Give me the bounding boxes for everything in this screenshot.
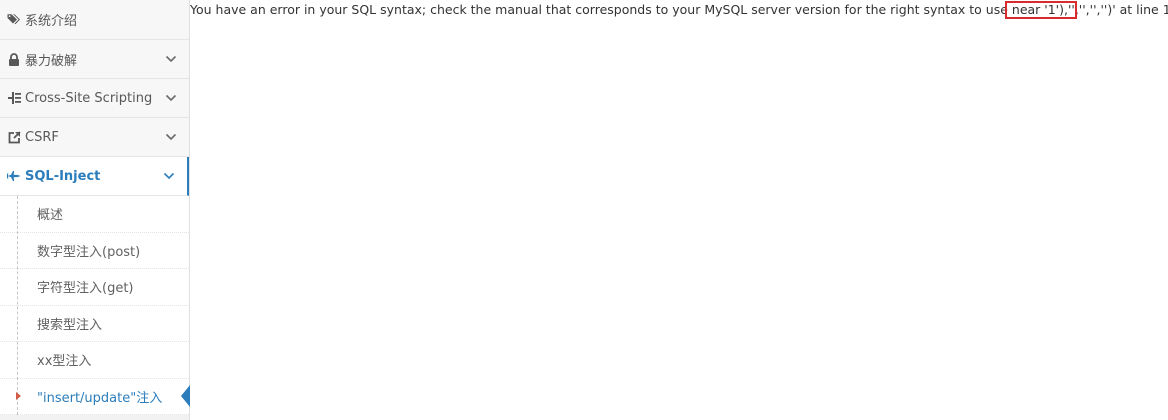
submenu-item-numeric-post[interactable]: 数字型注入(post) (0, 233, 189, 269)
chevron-down-icon (165, 133, 177, 141)
sidebar-item-csrf[interactable]: CSRF (0, 118, 189, 157)
external-link-icon (6, 130, 22, 144)
submenu-item-label: "insert/update"注入 (37, 390, 163, 406)
sidebar-item-label: Cross-Site Scripting (25, 90, 153, 106)
chevron-down-icon (163, 172, 175, 180)
sidebar-item-intro[interactable]: 系统介绍 (0, 0, 189, 40)
submenu-item-label: 概述 (37, 208, 64, 224)
error-highlight-annotation (1005, 1, 1077, 19)
submenu-item-label: 搜索型注入 (37, 317, 103, 333)
chevron-down-icon (165, 55, 177, 63)
submenu-item-xx[interactable]: xx型注入 (0, 342, 189, 379)
sidebar-item-label: 系统介绍 (25, 14, 78, 29)
sidebar-item-xss[interactable]: Cross-Site Scripting (0, 79, 189, 118)
page: 系统介绍 暴力破解 Cross-Site Scripting CSRF SQL-… (0, 0, 1168, 420)
submenu-item-insert-update[interactable]: "insert/update"注入 (0, 379, 190, 415)
submenu-item-label: 数字型注入(post) (37, 244, 141, 260)
sidebar-item-brute-force[interactable]: 暴力破解 (0, 40, 189, 79)
chevron-down-icon (165, 94, 177, 102)
tags-icon (6, 13, 22, 27)
sidebar-item-label: SQL-Inject (25, 168, 101, 184)
sql-inject-submenu: 概述 数字型注入(post) 字符型注入(get) 搜索型注入 xx型注入 "i… (0, 196, 190, 415)
main-content: You have an error in your SQL syntax; ch… (190, 0, 1168, 420)
sidebar-item-sql-inject[interactable]: SQL-Inject (0, 157, 189, 196)
lock-icon (6, 52, 22, 66)
submenu-item-overview[interactable]: 概述 (0, 196, 189, 233)
caret-right-icon (16, 392, 21, 401)
submenu-item-label: 字符型注入(get) (37, 281, 134, 297)
sidebar-item-label: CSRF (25, 129, 59, 145)
fighter-jet-icon (6, 169, 22, 183)
submenu-item-string-get[interactable]: 字符型注入(get) (0, 269, 189, 306)
sidebar: 系统介绍 暴力破解 Cross-Site Scripting CSRF SQL-… (0, 0, 190, 420)
submenu-item-search[interactable]: 搜索型注入 (0, 306, 189, 342)
active-pointer-icon (181, 385, 190, 408)
sidebar-item-label: 暴力破解 (25, 53, 78, 69)
indent-icon (6, 91, 22, 105)
submenu-item-label: xx型注入 (37, 354, 92, 370)
